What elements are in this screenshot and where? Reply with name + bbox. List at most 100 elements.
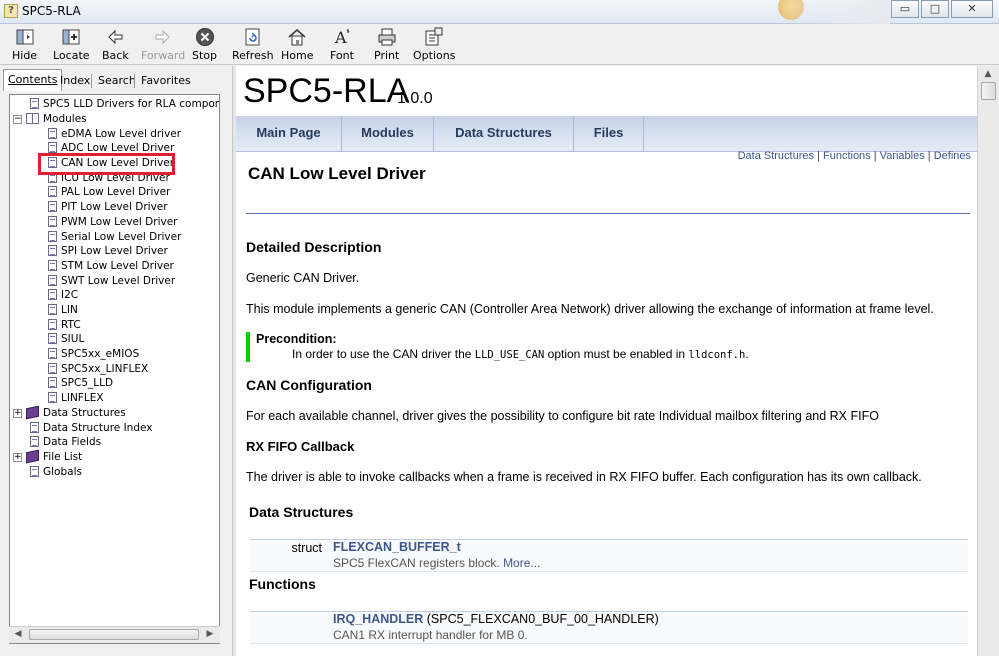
tree-item-linflex[interactable]: LINFLEX — [48, 391, 104, 405]
tab-main-page[interactable]: Main Page — [236, 116, 342, 152]
tree-item-label: Data Structures — [43, 407, 126, 419]
page-icon — [48, 260, 57, 271]
locate-icon — [62, 29, 80, 45]
tree-item-data-fields[interactable]: Data Fields — [30, 435, 101, 449]
home-button[interactable]: Home — [281, 27, 313, 62]
highlight-box — [38, 153, 175, 175]
expand-data-structures-button[interactable]: + — [13, 409, 22, 418]
tree-item-i2c[interactable]: I2C — [48, 288, 78, 302]
tree-item-label: PIT Low Level Driver — [61, 201, 168, 213]
locate-button[interactable]: Locate — [53, 27, 90, 62]
tree-item-stm[interactable]: STM Low Level Driver — [48, 259, 174, 273]
hide-button[interactable]: Hide — [12, 27, 37, 62]
tree-item-data-structure-index[interactable]: Data Structure Index — [30, 421, 153, 435]
tab-modules[interactable]: Modules — [342, 116, 434, 152]
tree-item-siul[interactable]: SIUL — [48, 332, 84, 346]
tree-item-serial[interactable]: Serial Low Level Driver — [48, 230, 181, 244]
book-icon — [26, 449, 39, 464]
scroll-up-icon[interactable]: ▲ — [981, 69, 995, 81]
tree-item-modules[interactable]: Modules — [26, 112, 87, 126]
tree-item-spc5-lld[interactable]: SPC5_LLD — [48, 376, 113, 390]
page-icon — [48, 128, 57, 139]
precondition-text-part: option must be enabled in — [544, 347, 689, 361]
content-vertical-scrollbar[interactable]: ▲ — [977, 66, 999, 656]
tab-separator — [134, 74, 135, 88]
tree-item-data-structures[interactable]: Data Structures — [26, 405, 126, 420]
forward-button[interactable]: Forward — [141, 27, 185, 62]
tree-item-pit[interactable]: PIT Low Level Driver — [48, 200, 168, 214]
tab-files[interactable]: Files — [574, 116, 644, 152]
options-button[interactable]: Options — [413, 27, 455, 62]
tree-item-rtc[interactable]: RTC — [48, 318, 81, 332]
expand-file-list-button[interactable]: + — [13, 453, 22, 462]
summary-link-functions[interactable]: Functions — [823, 150, 871, 162]
book-icon — [26, 405, 39, 420]
font-button[interactable]: A Font — [330, 27, 354, 62]
page-icon — [48, 289, 57, 300]
tree-item-lin[interactable]: LIN — [48, 303, 78, 317]
data-structures-heading: Data Structures — [249, 504, 354, 520]
member-declaration: struct FLEXCAN_BUFFER_t — [250, 540, 968, 556]
tab-label: Modules — [361, 125, 414, 140]
tab-label: Data Structures — [455, 125, 552, 140]
contents-tree[interactable]: SPC5 LLD Drivers for RLA components − Mo… — [9, 94, 220, 644]
tree-item-file-list[interactable]: File List — [26, 449, 82, 464]
background-blur — [780, 0, 890, 24]
more-link[interactable]: More... — [503, 556, 540, 570]
scroll-right-icon[interactable]: ▶ — [203, 629, 217, 641]
member-description-text: CAN1 RX interrupt handler for MB 0. — [333, 628, 528, 642]
page-icon — [48, 333, 57, 344]
back-label: Back — [102, 49, 129, 62]
tab-contents[interactable]: Contents — [3, 69, 63, 91]
tab-favorites[interactable]: Favorites — [136, 70, 196, 90]
minimize-button[interactable]: ▭ — [891, 0, 919, 18]
tree-horizontal-scrollbar[interactable]: ◀ ▶ — [9, 626, 220, 643]
print-button[interactable]: Print — [374, 27, 399, 62]
tab-data-structures[interactable]: Data Structures — [434, 116, 574, 152]
tab-index[interactable]: Index — [55, 70, 95, 90]
function-link-irq-handler[interactable]: IRQ_HANDLER (SPC5_FLEXCAN0_BUF_00_HANDLE… — [333, 612, 659, 626]
tree-item-spc5xx-linflex[interactable]: SPC5xx_LINFLEX — [48, 362, 148, 376]
tree-item-spc5-lld-drivers[interactable]: SPC5 LLD Drivers for RLA components — [30, 97, 219, 111]
options-label: Options — [413, 49, 456, 62]
tree-item-globals[interactable]: Globals — [30, 465, 82, 479]
tree-item-pal[interactable]: PAL Low Level Driver — [48, 185, 170, 199]
tree-item-label: SPC5xx_LINFLEX — [61, 363, 149, 375]
summary-link-variables[interactable]: Variables — [880, 150, 925, 162]
tree-item-swt[interactable]: SWT Low Level Driver — [48, 274, 175, 288]
tree-item-label: LINFLEX — [61, 392, 104, 404]
tree-item-edma[interactable]: eDMA Low Level driver — [48, 127, 181, 141]
member-description: CAN1 RX interrupt handler for MB 0. — [250, 628, 968, 644]
tree-item-label: RTC — [61, 319, 81, 331]
refresh-label: Refresh — [232, 49, 274, 62]
refresh-button[interactable]: Refresh — [232, 27, 274, 62]
stop-button[interactable]: Stop — [192, 27, 217, 62]
summary-separator: | — [817, 150, 820, 162]
window-title: SPC5-RLA — [22, 4, 81, 18]
summary-link-data-structures[interactable]: Data Structures — [738, 150, 814, 162]
page-icon — [48, 186, 57, 197]
scroll-thumb[interactable] — [29, 629, 199, 640]
collapse-modules-button[interactable]: − — [13, 115, 22, 124]
struct-link-flexcan-buffer[interactable]: FLEXCAN_BUFFER_t — [333, 540, 461, 554]
scroll-left-icon[interactable]: ◀ — [11, 629, 25, 641]
summary-separator: | — [873, 150, 877, 162]
page-title: CAN Low Level Driver — [248, 164, 426, 183]
page-icon — [30, 422, 39, 433]
scroll-thumb[interactable] — [981, 82, 996, 100]
tree-item-label: Data Structure Index — [43, 422, 153, 434]
page-icon — [48, 319, 57, 330]
project-name: SPC5-RLA — [243, 72, 410, 110]
project-number: 1.0.0 — [397, 90, 433, 107]
tree-item-spi[interactable]: SPI Low Level Driver — [48, 244, 168, 258]
precondition-block: Precondition: In order to use the CAN dr… — [246, 332, 749, 362]
close-button[interactable]: ✕ — [951, 0, 993, 18]
back-button[interactable]: Back — [102, 27, 129, 62]
tab-favorites-label: Favorites — [141, 74, 191, 87]
summary-link-defines[interactable]: Defines — [934, 150, 971, 162]
precondition-text-part: In order to use the CAN driver the — [292, 347, 475, 361]
maximize-button[interactable]: □ — [921, 0, 949, 18]
tree-item-pwm[interactable]: PWM Low Level Driver — [48, 215, 178, 229]
tree-item-label: SPI Low Level Driver — [61, 245, 168, 257]
tree-item-spc5xx-emios[interactable]: SPC5xx_eMIOS — [48, 347, 139, 361]
